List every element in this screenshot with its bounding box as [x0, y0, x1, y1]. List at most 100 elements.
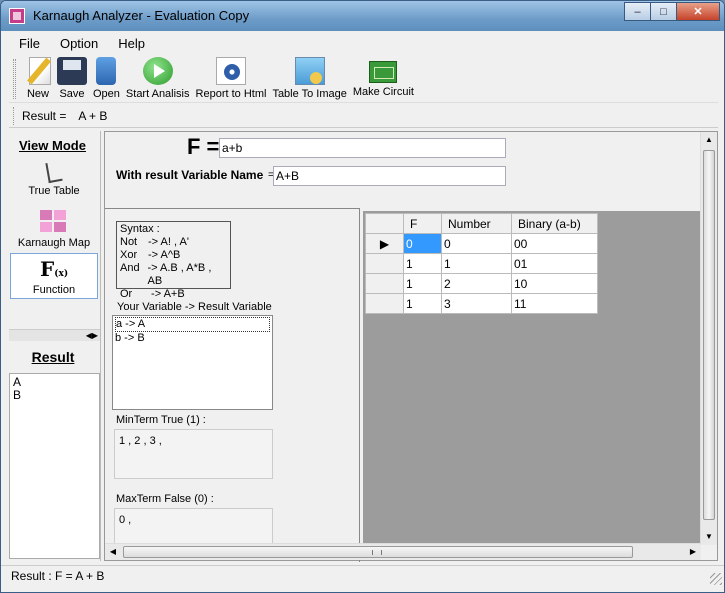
table-to-image-button[interactable]: Table To Image	[269, 55, 349, 100]
view-mode-scrollbar[interactable]: ◀▶	[9, 329, 100, 341]
menu-file[interactable]: File	[9, 34, 50, 53]
vertical-scrollbar[interactable]: ▲ ▼	[700, 132, 717, 545]
view-mode-function[interactable]: F(x) Function	[10, 253, 98, 299]
table-row[interactable]: ▶ 0 0 00	[365, 233, 598, 254]
syntax-row: Not -> A! , A'	[120, 236, 189, 248]
report-html-label: Report to Html	[195, 88, 267, 100]
vertical-splitter[interactable]	[359, 208, 362, 562]
table-row[interactable]: 1 2 10	[365, 273, 598, 294]
report-html-button[interactable]: Report to Html	[193, 55, 270, 100]
menu-option[interactable]: Option	[50, 34, 108, 53]
function-input[interactable]: a+b	[219, 138, 506, 158]
window-title: Karnaugh Analyzer - Evaluation Copy	[33, 8, 250, 23]
play-icon	[142, 57, 173, 85]
app-icon[interactable]	[9, 8, 25, 24]
table-row[interactable]: 1 3 11	[365, 293, 598, 314]
truth-table-grid-area: F Number Binary (a-b) ▶ 0 0 00 1 1 01 1 …	[363, 211, 700, 547]
function-panel: F = a+b With result Variable Name = A+B …	[104, 131, 718, 562]
window-controls: – □ ✕	[624, 2, 720, 21]
maxterm-value: 0 ,	[114, 508, 273, 548]
status-bar: Result : F = A + B	[1, 565, 724, 587]
horizontal-splitter[interactable]	[105, 208, 359, 211]
toolbar: New Save Open Start Analisis Report to H…	[9, 55, 718, 103]
grid-cell[interactable]: 01	[511, 253, 598, 274]
grid-cell[interactable]: 3	[441, 293, 512, 314]
result-name-label: With result Variable Name	[116, 168, 264, 182]
menu-bar: File Option Help	[9, 31, 155, 55]
grid-cell[interactable]: 1	[403, 293, 442, 314]
resize-grip-icon[interactable]	[710, 573, 722, 585]
save-icon	[57, 57, 87, 85]
result-list[interactable]: A B	[9, 373, 100, 559]
scroll-right-arrow-icon[interactable]: ▶	[685, 544, 701, 560]
result-line: B	[13, 388, 22, 402]
syntax-title: Syntax :	[120, 223, 160, 235]
karnaugh-map-icon	[40, 210, 68, 234]
grid-cell[interactable]: 1	[403, 253, 442, 274]
save-button[interactable]: Save	[54, 55, 90, 100]
open-button[interactable]: Open	[90, 55, 123, 100]
close-button[interactable]: ✕	[676, 2, 720, 21]
make-circuit-button[interactable]: Make Circuit	[350, 55, 417, 98]
view-mode-true-table[interactable]: True Table	[10, 159, 98, 205]
result-line: A	[13, 375, 22, 389]
new-file-icon	[29, 57, 51, 85]
app-window: Karnaugh Analyzer - Evaluation Copy – □ …	[0, 0, 725, 593]
scroll-up-icon[interactable]: ▲	[701, 132, 717, 148]
scroll-left-icon[interactable]: ◀	[105, 544, 121, 560]
column-header-number[interactable]: Number	[441, 213, 512, 234]
view-mode-karnaugh-map[interactable]: Karnaugh Map	[10, 207, 98, 253]
grid-cell[interactable]: 10	[511, 273, 598, 294]
maxterm-label: MaxTerm False (0) :	[116, 493, 214, 505]
start-analisis-button[interactable]: Start Analisis	[123, 55, 193, 100]
variables-list[interactable]: a -> A b -> B	[112, 315, 273, 410]
row-header[interactable]	[365, 253, 404, 274]
variable-item[interactable]: a -> A	[115, 317, 270, 332]
open-icon	[96, 57, 117, 85]
grid-cell[interactable]: 0	[403, 233, 442, 254]
column-header-binary[interactable]: Binary (a-b)	[511, 213, 598, 234]
truth-table-grid[interactable]: F Number Binary (a-b) ▶ 0 0 00 1 1 01 1 …	[365, 213, 598, 314]
row-header[interactable]	[365, 293, 404, 314]
maximize-button[interactable]: □	[650, 2, 677, 21]
html-report-icon	[215, 57, 246, 85]
grid-cell[interactable]: 11	[511, 293, 598, 314]
horizontal-scrollbar[interactable]: ◀ ▶	[105, 543, 701, 560]
grid-corner[interactable]	[365, 213, 404, 234]
syntax-box: Syntax : Not -> A! , A' Xor -> A^B And -> A…	[116, 221, 231, 300]
scroll-right-icon[interactable]: ◀▶	[86, 331, 98, 340]
result-bar-label: Result =	[22, 108, 67, 123]
vertical-scroll-thumb[interactable]	[703, 150, 715, 520]
new-button[interactable]: New	[22, 55, 54, 100]
start-analisis-label: Start Analisis	[125, 88, 190, 100]
table-row[interactable]: 1 1 01	[365, 253, 598, 274]
minimize-button[interactable]: –	[624, 2, 651, 21]
grid-cell[interactable]: 2	[441, 273, 512, 294]
row-header[interactable]	[365, 273, 404, 294]
circuit-icon	[369, 61, 398, 83]
row-indicator-icon[interactable]: ▶	[365, 233, 404, 254]
horizontal-scroll-thumb[interactable]	[123, 546, 633, 558]
image-icon	[294, 57, 325, 85]
grid-cell[interactable]: 1	[403, 273, 442, 294]
grid-cell[interactable]: 1	[441, 253, 512, 274]
view-mode-karnaugh-map-label: Karnaugh Map	[17, 237, 91, 249]
menu-help[interactable]: Help	[108, 34, 155, 53]
grid-cell[interactable]: 0	[441, 233, 512, 254]
result-toolbar-grip[interactable]	[13, 106, 16, 125]
column-header-f[interactable]: F	[403, 213, 442, 234]
status-text: Result : F = A + B	[11, 569, 105, 583]
view-mode-title: View Mode	[19, 138, 86, 153]
open-label: Open	[93, 88, 120, 100]
variable-item[interactable]: b -> B	[115, 332, 270, 345]
result-bar-value: A + B	[78, 108, 108, 123]
scroll-down-icon[interactable]: ▼	[701, 529, 717, 545]
truth-table-icon	[45, 160, 63, 184]
toolbar-grip[interactable]	[13, 59, 16, 99]
title-bar[interactable]: Karnaugh Analyzer - Evaluation Copy – □ …	[1, 1, 724, 31]
grid-cell[interactable]: 00	[511, 233, 598, 254]
syntax-row: And -> A.B , A*B , AB	[120, 262, 212, 287]
result-toolbar: Result = A + B	[9, 104, 718, 128]
result-name-input[interactable]: A+B	[273, 166, 506, 186]
syntax-row: Xor -> A^B	[120, 249, 181, 261]
